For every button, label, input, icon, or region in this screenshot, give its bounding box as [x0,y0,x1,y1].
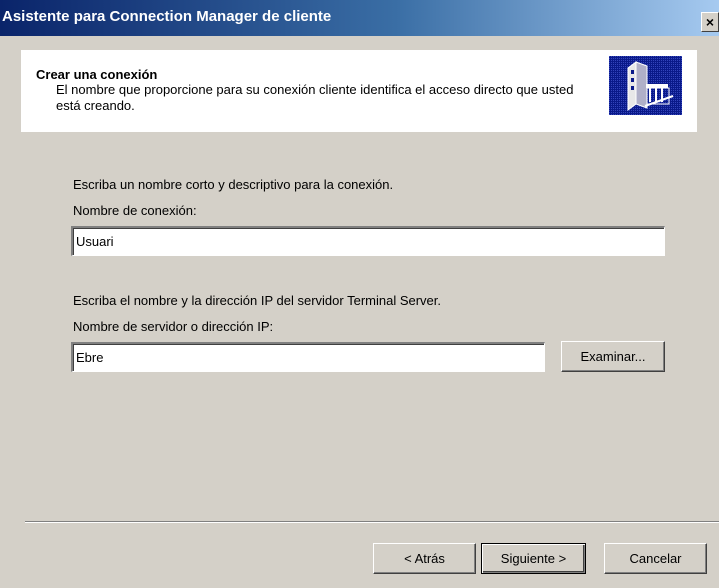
server-instruction: Escriba el nombre y la dirección IP del … [73,293,442,308]
server-address-label: Nombre de servidor o dirección IP: [73,319,274,334]
next-button[interactable]: Siguiente > [481,543,586,574]
connection-wizard-icon [609,56,682,115]
footer-divider [25,521,719,523]
wizard-header: Crear una conexión El nombre que proporc… [21,50,697,132]
back-button[interactable]: < Atrás [373,543,476,574]
wizard-window: Asistente para Connection Manager de cli… [0,0,719,588]
title-bar[interactable]: Asistente para Connection Manager de cli… [0,0,719,36]
close-button[interactable]: × [701,12,719,32]
page-title: Crear una conexión [36,67,158,82]
cancel-button[interactable]: Cancelar [604,543,707,574]
browse-button[interactable]: Examinar... [561,341,665,372]
connection-name-input[interactable] [71,226,665,256]
server-address-input[interactable] [71,342,545,372]
connection-name-label: Nombre de conexión: [73,203,197,218]
window-title: Asistente para Connection Manager de cli… [2,8,332,25]
page-description: El nombre que proporcione para su conexi… [56,82,574,113]
connection-instruction: Escriba un nombre corto y descriptivo pa… [73,177,394,192]
close-icon: × [705,14,715,30]
